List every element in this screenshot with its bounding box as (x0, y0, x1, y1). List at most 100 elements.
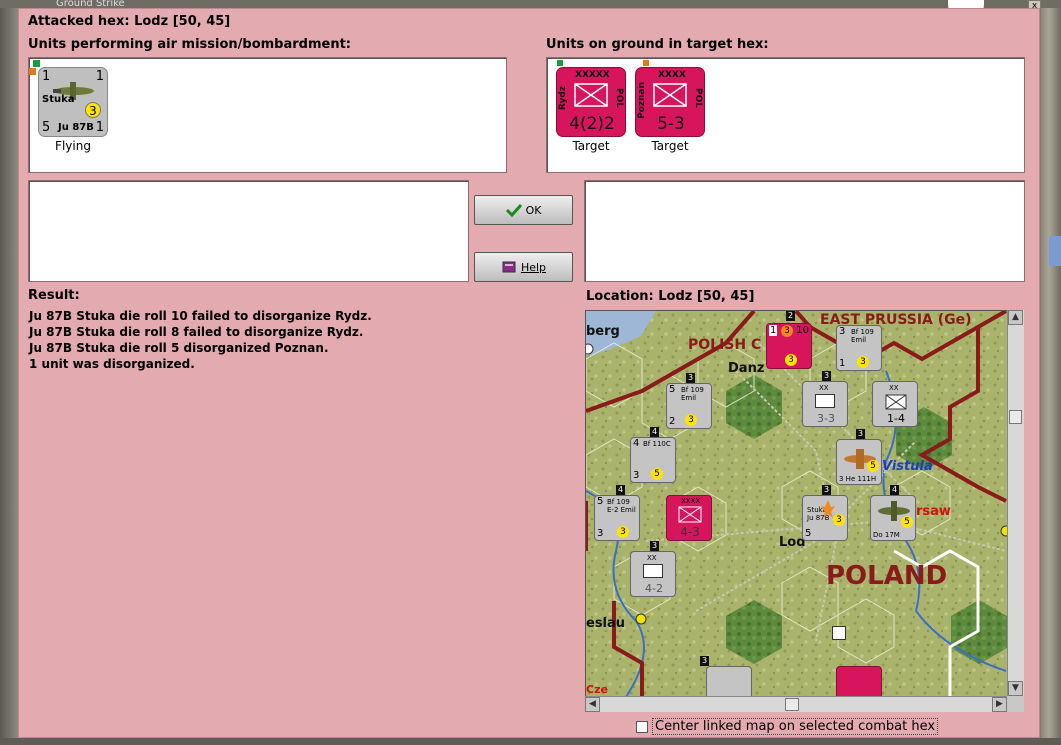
fortress-icon (832, 626, 846, 640)
scroll-right-button[interactable]: ▶ (992, 697, 1007, 712)
map-label-konigsberg: berg (586, 324, 620, 339)
counter-value: 1 (769, 325, 778, 336)
stack-count: 3 (686, 373, 695, 383)
rydz-status: Target (572, 139, 610, 153)
map-counter-infantry-xx[interactable]: XX 4-2 (630, 551, 676, 597)
counter-label: 3 He 111H (839, 475, 877, 483)
map-counter-bf109[interactable]: 5 Bf 109 Emil 2 3 (666, 383, 712, 429)
ok-button[interactable]: OK (474, 195, 573, 225)
scroll-up-button[interactable]: ▲ (1008, 310, 1023, 325)
scroll-left-button[interactable]: ◀ (585, 697, 600, 712)
scroll-corner (1007, 696, 1024, 712)
counter-nation: POL (693, 88, 703, 108)
map-vertical-scrollbar[interactable]: ▲ ▼ (1007, 310, 1024, 696)
map-counter-infantry-xx[interactable]: XX 1-4 (872, 381, 918, 427)
status-dot-green (33, 60, 40, 67)
map-counter-bf110[interactable]: 4 Bf 110C 3 5 (630, 437, 676, 483)
map-label-danzig: Danz (728, 361, 765, 376)
result-line: 1 unit was disorganized. (29, 357, 195, 371)
ok-label: OK (525, 203, 542, 217)
stack-count: 4 (616, 485, 625, 495)
location-map[interactable]: EAST PRUSSIA (Ge) POLISH C Danz berg Vis… (585, 310, 1024, 712)
counter-strength: 1-4 (887, 412, 905, 425)
counter-value: 5 (597, 496, 604, 507)
map-counter-infantry-xx[interactable]: XX 3-3 (802, 381, 848, 427)
counter-size: XXXXX (575, 70, 610, 80)
stack-count: 4 (890, 485, 899, 495)
stack-count: 3 (650, 541, 659, 551)
stack-count: 2 (786, 311, 795, 321)
division-symbol-icon (815, 394, 835, 408)
left-edge (0, 8, 18, 738)
counter-value: 1 (839, 358, 846, 369)
status-dot-orange (29, 68, 36, 75)
map-counter-polish-partial[interactable] (836, 666, 882, 698)
counter-badge: 5 (651, 468, 663, 480)
map-label-polish-corridor: POLISH C (688, 337, 762, 353)
counter-unit-type: Ju 87B (58, 122, 94, 133)
stack-count: 3 (700, 656, 709, 666)
counter-badge: 3 (857, 356, 869, 368)
stuka-status: Flying (55, 139, 91, 153)
counter-value: 10 (796, 325, 809, 336)
map-counter-bf109[interactable]: 3 Bf 109 Emil 1 3 (836, 325, 882, 371)
counter-badge: 3 (833, 514, 845, 526)
map-horizontal-scrollbar[interactable]: ◀ ▶ (585, 696, 1007, 712)
infantry-symbol-icon (574, 83, 608, 107)
infantry-symbol-icon (653, 83, 687, 107)
bottom-edge (0, 738, 1061, 745)
scroll-down-button[interactable]: ▼ (1008, 681, 1023, 696)
infantry-symbol-icon (678, 506, 702, 523)
map-counter-do17[interactable]: Do 17M 5 (870, 495, 916, 541)
scroll-thumb-vertical[interactable] (1009, 410, 1022, 424)
counter-label: XX (647, 554, 657, 562)
window-title: Ground Strike (56, 0, 125, 8)
status-dot-green (557, 60, 563, 66)
background-map-sliver (1049, 236, 1061, 266)
counter-value: 5 (805, 528, 812, 539)
result-label: Result: (28, 288, 80, 303)
center-map-checkbox[interactable] (636, 721, 648, 733)
counter-strength: 4-3 (680, 525, 700, 539)
counter-label: XXXX (681, 497, 701, 505)
ground-units-label: Units on ground in target hex: (546, 37, 769, 52)
scroll-thumb-horizontal[interactable] (785, 698, 799, 711)
map-counter-bf109e2[interactable]: 5 Bf 109 E-2 Emil 3 3 (594, 495, 640, 541)
stack-count: 3 (822, 485, 831, 495)
map-label-czech: Cze (586, 683, 608, 696)
rydz-counter[interactable]: XXXXX Rydz POL 4(2)2 (556, 67, 626, 137)
map-counter-german-partial[interactable] (706, 666, 752, 698)
counter-value: 3 (633, 470, 640, 481)
air-units-box: 1 1 Stuka 3 5 Ju 87B 1 Flying (28, 57, 507, 173)
counter-size: XXXX (658, 70, 686, 80)
center-map-checkbox-label[interactable]: Center linked map on selected combat hex (652, 718, 939, 735)
counter-unit-name: Rydz (558, 86, 568, 111)
result-line: Ju 87B Stuka die roll 10 failed to disor… (29, 309, 372, 323)
counter-strength: 4(2)2 (569, 114, 615, 134)
map-label-breslau: eslau (586, 616, 626, 631)
result-line: Ju 87B Stuka die roll 8 failed to disorg… (29, 325, 364, 339)
stack-count: 3 (822, 371, 831, 381)
counter-badge: 5 (867, 460, 879, 472)
counter-strength: 3-3 (817, 412, 835, 425)
counter-label: Bf 109 Emil (681, 386, 704, 402)
map-counter-polish-stack[interactable]: 1 3 10 3 (766, 323, 812, 369)
ground-strike-dialog: Attacked hex: Lodz [50, 45] Units perfor… (18, 8, 1040, 738)
counter-unit-name: Stuka (42, 94, 75, 105)
counter-badge: 3 (85, 102, 101, 118)
help-label: Help (520, 260, 547, 274)
poznan-counter[interactable]: XXXX Poznan POL 5-3 (635, 67, 705, 137)
counter-badge: 3 (785, 354, 797, 366)
counter-label: XX (819, 384, 829, 392)
poznan-status: Target (651, 139, 689, 153)
ground-units-box: XXXXX Rydz POL 4(2)2 Target XXXX Poznan … (546, 57, 1025, 173)
counter-label: Bf 109 E-2 Emil (607, 498, 636, 514)
map-counter-poznan[interactable]: XXXX 4-3 (666, 495, 712, 541)
air-units-label: Units performing air mission/bombardment… (28, 37, 352, 52)
counter-value: 2 (669, 416, 676, 427)
map-counter-stuka[interactable]: Stuka Ju 87B 5 3 (802, 495, 848, 541)
help-button[interactable]: Help (474, 252, 573, 282)
stuka-counter[interactable]: 1 1 Stuka 3 5 Ju 87B 1 (38, 67, 108, 137)
map-counter-he111[interactable]: 3 He 111H 5 (836, 439, 882, 485)
counter-badge: 3 (781, 325, 793, 337)
